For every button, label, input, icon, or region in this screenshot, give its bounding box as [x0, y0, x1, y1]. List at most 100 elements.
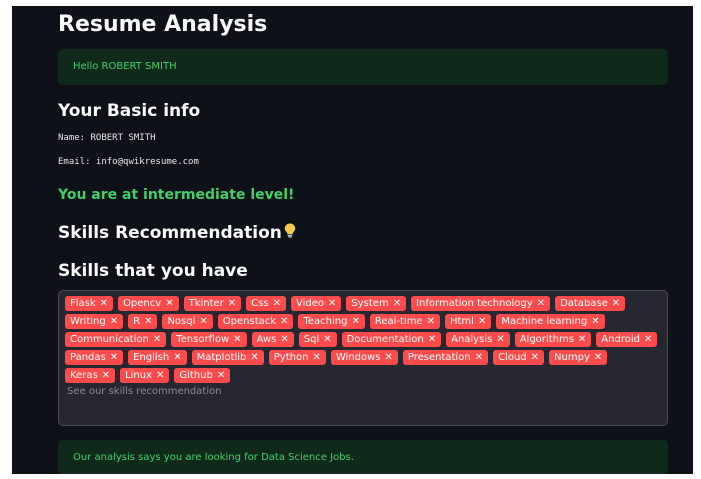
- app-frame: Resume Analysis Hello ROBERT SMITH Your …: [12, 6, 693, 474]
- skill-tag[interactable]: Github ✕: [174, 368, 231, 383]
- close-icon[interactable]: ✕: [384, 352, 392, 363]
- skills-recommendation-label: Skills Recommendation: [58, 223, 282, 243]
- skills-multiselect[interactable]: Flask ✕ Opencv ✕ Tkinter ✕ Css ✕ Video ✕ System ✕ In…: [58, 290, 668, 426]
- close-icon[interactable]: ✕: [280, 334, 288, 345]
- skill-tag[interactable]: Pandas ✕: [65, 350, 124, 365]
- close-icon[interactable]: ✕: [478, 316, 486, 327]
- close-icon[interactable]: ✕: [496, 334, 504, 345]
- close-icon[interactable]: ✕: [228, 298, 236, 309]
- close-icon[interactable]: ✕: [199, 316, 207, 327]
- skill-tag[interactable]: Analysis ✕: [446, 332, 510, 347]
- close-icon[interactable]: ✕: [612, 298, 620, 309]
- skill-tag-label: Algorithms: [519, 334, 574, 345]
- close-icon[interactable]: ✕: [144, 316, 152, 327]
- analysis-banner: Our analysis says you are looking for Da…: [58, 440, 668, 474]
- skill-tag[interactable]: Aws ✕: [251, 332, 294, 347]
- close-icon[interactable]: ✕: [323, 334, 331, 345]
- skill-tag[interactable]: Sql ✕: [298, 332, 337, 347]
- skill-tag[interactable]: Openstack ✕: [217, 314, 294, 329]
- skill-tag[interactable]: Linux ✕: [120, 368, 170, 383]
- email-line: Email: info@qwikresume.com: [58, 157, 199, 167]
- close-icon[interactable]: ✕: [110, 316, 118, 327]
- close-icon[interactable]: ✕: [250, 352, 258, 363]
- close-icon[interactable]: ✕: [393, 298, 401, 309]
- skill-tag[interactable]: Tkinter ✕: [183, 296, 242, 311]
- skill-tag[interactable]: Nosql ✕: [162, 314, 213, 329]
- skill-tag[interactable]: Flask ✕: [65, 296, 114, 311]
- skill-tag[interactable]: Real-time ✕: [369, 314, 440, 329]
- skill-tag-label: Html: [449, 316, 474, 327]
- skill-tag-label: Documentation: [346, 334, 424, 345]
- close-icon[interactable]: ✕: [591, 316, 599, 327]
- skill-tag[interactable]: Algorithms ✕: [514, 332, 592, 347]
- greeting-banner: Hello ROBERT SMITH: [58, 49, 668, 85]
- skill-tag[interactable]: Machine learning ✕: [496, 314, 605, 329]
- close-icon[interactable]: ✕: [644, 334, 652, 345]
- skill-tag[interactable]: Cloud ✕: [493, 350, 545, 365]
- skill-tag[interactable]: Python ✕: [268, 350, 326, 365]
- skill-tag-label: R: [133, 316, 141, 327]
- skill-tag-label: Flask: [70, 298, 96, 309]
- skill-tag[interactable]: Css ✕: [246, 296, 286, 311]
- skill-tag-label: Tkinter: [188, 298, 224, 309]
- close-icon[interactable]: ✕: [428, 334, 436, 345]
- skill-tag[interactable]: Writing ✕: [65, 314, 124, 329]
- skill-tag[interactable]: Html ✕: [444, 314, 492, 329]
- skill-tag[interactable]: Numpy ✕: [549, 350, 608, 365]
- basic-info-heading: Your Basic info: [58, 101, 201, 121]
- skill-tag[interactable]: Communication ✕: [65, 332, 167, 347]
- close-icon[interactable]: ✕: [165, 298, 173, 309]
- skill-tag[interactable]: English ✕: [128, 350, 187, 365]
- close-icon[interactable]: ✕: [110, 352, 118, 363]
- close-icon[interactable]: ✕: [537, 298, 545, 309]
- skill-tag-label: Python: [273, 352, 309, 363]
- close-icon[interactable]: ✕: [102, 370, 110, 381]
- skill-tag-label: Keras: [70, 370, 98, 381]
- skill-tag[interactable]: Video ✕: [290, 296, 342, 311]
- close-icon[interactable]: ✕: [153, 334, 161, 345]
- skills-placeholder[interactable]: See our skills recommendation: [65, 386, 661, 397]
- skill-tag-label: Css: [251, 298, 269, 309]
- skill-tag-label: Teaching: [303, 316, 348, 327]
- close-icon[interactable]: ✕: [578, 334, 586, 345]
- skill-tag-label: Cloud: [498, 352, 527, 363]
- skill-tag[interactable]: Matplotlib ✕: [191, 350, 264, 365]
- close-icon[interactable]: ✕: [173, 352, 181, 363]
- close-icon[interactable]: ✕: [156, 370, 164, 381]
- skill-tag[interactable]: Android ✕: [596, 332, 658, 347]
- skill-tag-label: Windows: [335, 352, 381, 363]
- close-icon[interactable]: ✕: [233, 334, 241, 345]
- analysis-text: Our analysis says you are looking for Da…: [73, 452, 354, 463]
- skill-tag[interactable]: R ✕: [128, 314, 158, 329]
- close-icon[interactable]: ✕: [531, 352, 539, 363]
- skill-tag[interactable]: Database ✕: [555, 296, 626, 311]
- skill-tag-label: Github: [179, 370, 213, 381]
- skill-tag-label: Pandas: [70, 352, 106, 363]
- close-icon[interactable]: ✕: [427, 316, 435, 327]
- skill-tag-label: Writing: [70, 316, 106, 327]
- close-icon[interactable]: ✕: [273, 298, 281, 309]
- close-icon[interactable]: ✕: [312, 352, 320, 363]
- close-icon[interactable]: ✕: [217, 370, 225, 381]
- close-icon[interactable]: ✕: [280, 316, 288, 327]
- skill-tag[interactable]: Documentation ✕: [341, 332, 442, 347]
- close-icon[interactable]: ✕: [351, 316, 359, 327]
- close-icon[interactable]: ✕: [475, 352, 483, 363]
- close-icon[interactable]: ✕: [100, 298, 108, 309]
- close-icon[interactable]: ✕: [594, 352, 602, 363]
- skill-tag-label: Video: [295, 298, 324, 309]
- skill-tag[interactable]: Information technology ✕: [411, 296, 551, 311]
- skill-tag-label: English: [133, 352, 170, 363]
- skill-tag-label: Presentation: [407, 352, 471, 363]
- skill-tag[interactable]: Windows ✕: [330, 350, 398, 365]
- skill-tag[interactable]: Presentation ✕: [402, 350, 489, 365]
- skill-tag-label: Communication: [70, 334, 149, 345]
- skill-tag[interactable]: System ✕: [346, 296, 407, 311]
- skill-tag[interactable]: Teaching ✕: [298, 314, 365, 329]
- skill-tag-label: Opencv: [123, 298, 162, 309]
- skill-tag[interactable]: Opencv ✕: [118, 296, 179, 311]
- skill-tag[interactable]: Keras ✕: [65, 368, 116, 383]
- close-icon[interactable]: ✕: [328, 298, 336, 309]
- skill-tag[interactable]: Tensorflow ✕: [171, 332, 247, 347]
- skill-tag-label: Android: [601, 334, 640, 345]
